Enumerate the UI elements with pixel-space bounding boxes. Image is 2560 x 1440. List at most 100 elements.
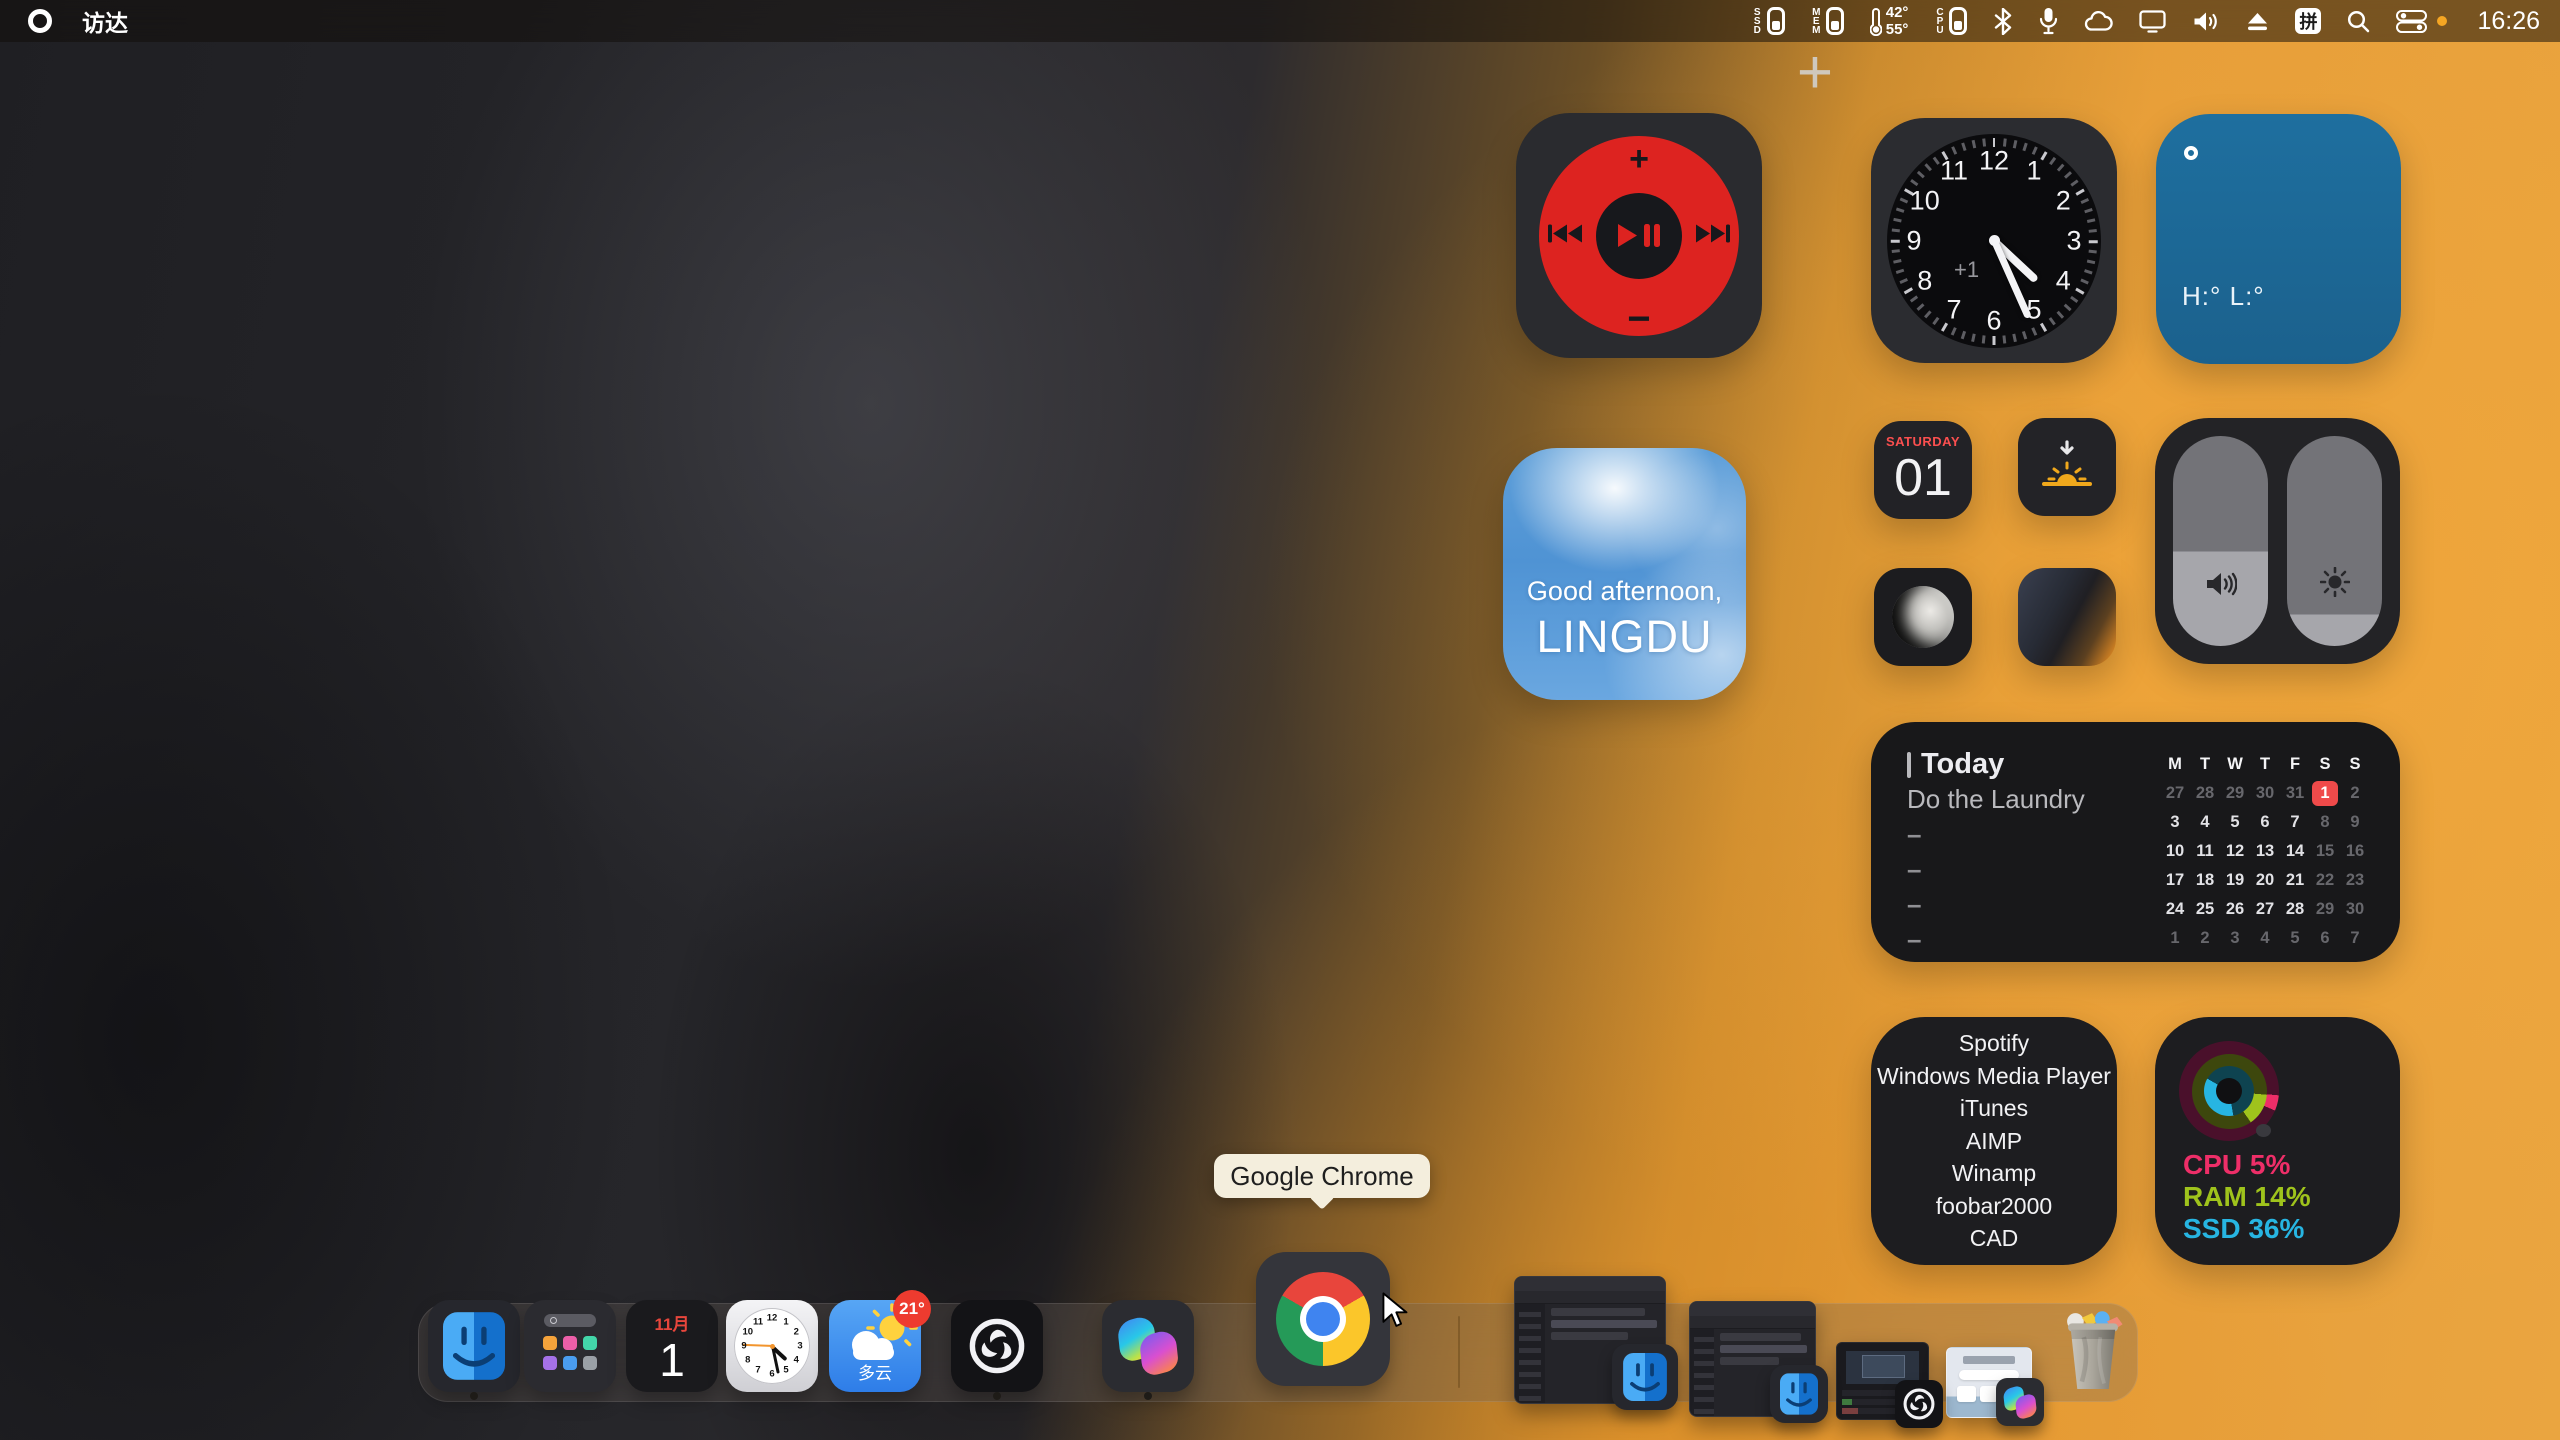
- microphone-menu-item[interactable]: [2039, 7, 2058, 35]
- dock-icon-launchpad[interactable]: [524, 1300, 616, 1392]
- volume-down-button[interactable]: −: [1627, 304, 1650, 334]
- launchpad-app-square: [563, 1356, 577, 1370]
- next-track-button[interactable]: [1695, 222, 1731, 249]
- clock-tick: [1951, 146, 1957, 154]
- mem-status-item[interactable]: MEM: [1811, 7, 1844, 35]
- dock-icon-chrome[interactable]: [1256, 1252, 1390, 1386]
- active-app-menu[interactable]: 访达: [82, 4, 128, 38]
- clock-tick: [2064, 303, 2072, 310]
- menu-clock[interactable]: 16:26: [2477, 7, 2540, 36]
- date-widget[interactable]: SATURDAY 01: [1874, 421, 1972, 519]
- minimized-window-finder-1[interactable]: [1514, 1276, 1666, 1404]
- brightness-slider[interactable]: [2287, 436, 2382, 646]
- finder-icon: [443, 1312, 505, 1380]
- clock-tick: [1961, 330, 1966, 338]
- cpu-status-item[interactable]: CPU: [1934, 7, 1967, 35]
- media-player-item[interactable]: foobar2000: [1936, 1190, 2052, 1223]
- clock-tick: [1891, 228, 1899, 231]
- reminders-calendar-widget[interactable]: Today Do the Laundry–––– MTWTFSS27282930…: [1871, 722, 2400, 962]
- reminder-item[interactable]: –: [1907, 887, 2085, 922]
- calendar-day-cell: 4: [2250, 924, 2280, 953]
- minimized-window-obs[interactable]: [1836, 1342, 1929, 1420]
- volume-up-button[interactable]: +: [1629, 140, 1649, 179]
- media-player-item[interactable]: Winamp: [1952, 1157, 2036, 1190]
- clock-numeral: 9: [1906, 225, 1921, 256]
- clock-tick: [2088, 228, 2096, 231]
- dock-icon-weather[interactable]: 多云 21°: [829, 1300, 921, 1392]
- clock-tick: [1893, 259, 1901, 263]
- ssd-status-item[interactable]: SSD: [1752, 7, 1785, 35]
- temperature-status-item[interactable]: 42° 55°: [1870, 4, 1909, 38]
- clock-numeral: 3: [2066, 225, 2081, 256]
- calendar-day-cell: 24: [2160, 895, 2190, 924]
- calendar-day-cell: 31: [2280, 779, 2310, 808]
- sliders-widget[interactable]: [2155, 418, 2400, 664]
- mini-calendar-grid[interactable]: MTWTFSS272829303112345678910111213141516…: [2160, 750, 2370, 953]
- dock-icon-calendar[interactable]: 11月 1: [626, 1300, 718, 1392]
- system-monitor-widget[interactable]: CPU 5% RAM 14% SSD 36%: [2155, 1017, 2400, 1265]
- input-method-item[interactable]: 拼: [2295, 8, 2321, 34]
- dock-icon-copilot[interactable]: [1102, 1300, 1194, 1392]
- calendar-day-cell: 4: [2190, 808, 2220, 837]
- clock-tick: [2070, 179, 2078, 186]
- launchpad-grid-icon: [543, 1336, 597, 1370]
- reminder-item[interactable]: –: [1907, 922, 2085, 957]
- dock-icon-trash[interactable]: [2056, 1308, 2130, 1396]
- clock-numeral: 4: [794, 1355, 799, 1366]
- reminder-item[interactable]: Do the Laundry: [1907, 782, 2085, 817]
- weather-summary-widget[interactable]: H:° L:°: [2156, 114, 2401, 364]
- activity-rings-icon: [2179, 1041, 2279, 1141]
- media-remote-widget[interactable]: + −: [1516, 113, 1762, 358]
- media-player-item[interactable]: Windows Media Player: [1877, 1060, 2111, 1093]
- eject-menu-item[interactable]: [2246, 11, 2269, 32]
- moon-phase-widget[interactable]: [1874, 568, 1972, 666]
- click-wheel[interactable]: + −: [1539, 136, 1739, 336]
- analog-clock-widget[interactable]: +1 123456789101112: [1871, 118, 2117, 363]
- dock-icon-obs[interactable]: [951, 1300, 1043, 1392]
- volume-menu-item[interactable]: [2192, 10, 2220, 33]
- dock-icon-finder[interactable]: [428, 1300, 520, 1392]
- add-widget-button[interactable]: +: [1786, 44, 1844, 102]
- finder-badge-icon: [1780, 1373, 1818, 1415]
- reminder-item[interactable]: –: [1907, 852, 2085, 887]
- calendar-day-cell: 14: [2280, 837, 2310, 866]
- reminder-list-title: Today: [1921, 748, 2004, 781]
- next-track-icon: [1695, 222, 1731, 244]
- previous-track-button[interactable]: [1547, 222, 1583, 249]
- launchpad-app-square: [543, 1356, 557, 1370]
- media-player-item[interactable]: Spotify: [1959, 1027, 2029, 1060]
- dock-icon-clock[interactable]: 123456789101112: [726, 1300, 818, 1392]
- control-center-menu-item[interactable]: [2396, 10, 2447, 33]
- minimized-window-copilot[interactable]: [1946, 1347, 2032, 1418]
- clock-tick: [2075, 287, 2084, 294]
- clock-tick: [1982, 335, 1985, 343]
- clock-tick: [2089, 240, 2098, 243]
- mem-gauge-icon: [1826, 7, 1844, 35]
- network-menu-item[interactable]: [2084, 11, 2113, 32]
- volume-slider[interactable]: [2173, 436, 2268, 646]
- display-menu-item[interactable]: [2139, 10, 2166, 33]
- calendar-day-cell: 21: [2280, 866, 2310, 895]
- bluetooth-menu-item[interactable]: [1993, 8, 2013, 35]
- media-player-item[interactable]: AIMP: [1966, 1125, 2022, 1158]
- minimized-window-finder-2[interactable]: [1689, 1301, 1816, 1417]
- reminder-item[interactable]: –: [1907, 817, 2085, 852]
- obs-badge-icon: [1902, 1387, 1936, 1421]
- play-pause-button[interactable]: [1596, 193, 1682, 279]
- obs-icon: [967, 1316, 1027, 1376]
- greeting-widget[interactable]: Good afternoon, LINGDU: [1503, 448, 1746, 700]
- spotlight-menu-item[interactable]: [2347, 10, 2370, 33]
- clock-numeral: 2: [2056, 185, 2071, 216]
- media-player-item[interactable]: iTunes: [1960, 1092, 2028, 1125]
- media-player-item[interactable]: CAD: [1970, 1222, 2019, 1255]
- greeting-name: LINGDU: [1503, 611, 1746, 663]
- system-logo-icon[interactable]: [28, 9, 52, 33]
- calendar-day-label: 1: [659, 1335, 685, 1385]
- clock-tick: [1961, 142, 1966, 150]
- media-players-widget[interactable]: SpotifyWindows Media PlayeriTunesAIMPWin…: [1871, 1017, 2117, 1265]
- calendar-day-cell: 7: [2340, 924, 2370, 953]
- sunset-widget[interactable]: [2018, 418, 2116, 516]
- calendar-day-cell: 29: [2220, 779, 2250, 808]
- clock-tick: [1932, 156, 1939, 164]
- photo-widget[interactable]: [2018, 568, 2116, 666]
